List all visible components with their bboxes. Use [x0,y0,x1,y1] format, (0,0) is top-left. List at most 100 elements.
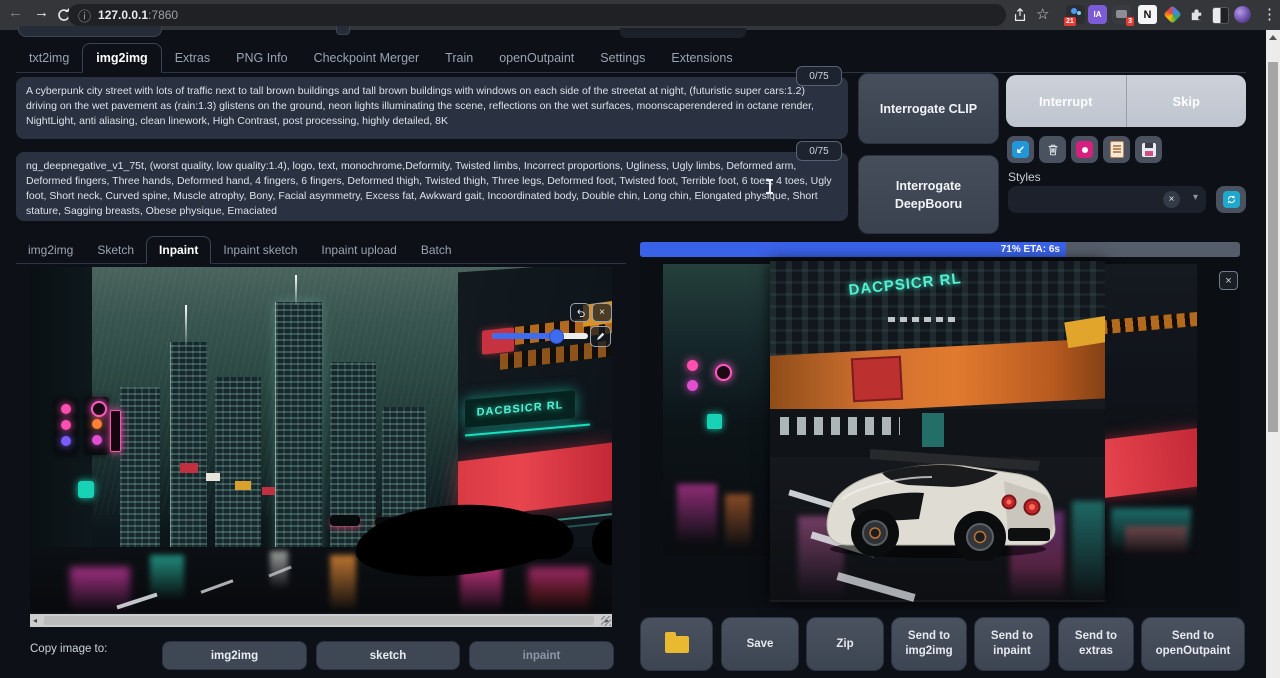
subtab-sketch[interactable]: Sketch [85,237,146,263]
art-traffic-light [55,399,77,455]
zip-button[interactable]: Zip [806,617,884,671]
chevron-down-icon[interactable]: ▾ [1193,192,1198,203]
tab-settings[interactable]: Settings [587,44,658,72]
extension-badge: 3 [1126,17,1134,26]
extension-icon-1[interactable]: 21 [1066,5,1085,24]
save-button[interactable]: Save [721,617,799,671]
art-spire [295,275,297,305]
page-scrollbar[interactable] [1266,30,1280,678]
paste-generation-params-button[interactable]: ↙ [1007,136,1034,163]
scrolled-checkpoint-dropdown-fragment [18,26,162,37]
send-to-openoutpaint-button[interactable]: Send toopenOutpaint [1141,617,1245,671]
interrupt-button[interactable]: Interrupt [1006,75,1127,127]
gallery-preview-image[interactable]: DACPSICR RL [770,261,1105,602]
dark-reader-extension-icon[interactable] [1212,7,1229,24]
extensions-puzzle-icon[interactable] [1188,6,1205,23]
gallery-thumbnail-right[interactable] [1105,264,1197,556]
subtab-img2img[interactable]: img2img [16,237,85,263]
styles-label: Styles [1008,170,1041,184]
scroll-left-icon[interactable]: ◂ [33,614,37,627]
undo-button[interactable] [570,303,590,322]
negative-prompt-textarea[interactable]: ng_deepnegative_v1_75t, (worst quality, … [16,152,848,221]
art-car-silhouette [330,515,360,526]
app-window: ← → ⓘ 127.0.0.1 :7860 ☆ 21 IA 3 N ⋮ [0,0,1280,678]
skip-button[interactable]: Skip [1127,75,1247,127]
apply-styles-button[interactable] [1103,136,1130,163]
close-gallery-button[interactable]: × [1219,271,1238,290]
art-tower [330,362,376,557]
brush-icon [595,331,606,342]
send-to-inpaint-button[interactable]: Send toinpaint [974,617,1050,671]
tab-openoutpaint[interactable]: openOutpaint [486,44,587,72]
subtab-inpaint-sketch[interactable]: Inpaint sketch [211,237,309,263]
art-reflection [330,555,356,612]
site-info-icon[interactable]: ⓘ [78,6,91,25]
art-billboard [180,463,198,473]
brush-size-slider[interactable] [492,333,588,339]
tab-extensions[interactable]: Extensions [658,44,745,72]
webui-page: txt2img img2img Extras PNG Info Checkpoi… [0,30,1266,678]
negative-token-counter: 0/75 [796,141,842,161]
send-to-img2img-button[interactable]: Send toimg2img [891,617,967,671]
subtab-batch[interactable]: Batch [409,237,464,263]
tab-train[interactable]: Train [432,44,486,72]
forward-icon[interactable]: → [34,4,49,21]
url-host: 127.0.0.1 [98,8,148,22]
slider-fill [492,333,556,339]
extension-icon-ia[interactable]: IA [1088,5,1107,24]
interrogate-deepbooru-button[interactable]: Interrogate DeepBooru [858,155,999,234]
open-folder-button[interactable] [640,617,713,671]
pv-reflection [1072,501,1105,600]
output-gallery: DACPSICR RL [640,258,1240,608]
interrogate-clip-button[interactable]: Interrogate CLIP [858,73,999,144]
slider-knob[interactable] [549,329,564,344]
subtab-inpaint-upload[interactable]: Inpaint upload [309,237,408,263]
art-tower [275,302,322,557]
copy-to-inpaint-button[interactable]: inpaint [469,641,614,670]
scrollbar-thumb[interactable] [44,616,594,625]
back-icon[interactable]: ← [8,4,23,21]
extra-networks-icon [1076,141,1093,158]
inpaint-canvas[interactable]: DACBSICR RL × [30,267,612,612]
url-bar[interactable]: ⓘ 127.0.0.1 :7860 [68,4,1006,26]
colorful-diamond-extension-icon[interactable] [1163,5,1181,23]
styles-dropdown[interactable]: × ▾ [1008,186,1206,213]
resize-grip[interactable] [601,616,611,626]
tab-img2img[interactable]: img2img [82,43,161,73]
copy-to-img2img-button[interactable]: img2img [162,641,307,670]
show-extra-networks-button[interactable] [1071,136,1098,163]
url-port: :7860 [148,8,178,22]
save-style-button[interactable] [1135,136,1162,163]
share-icon[interactable] [1012,7,1028,23]
prompt-textarea[interactable]: A cyberpunk city street with lots of tra… [16,77,848,139]
scrolled-fragment [336,26,350,35]
extension-icon-2[interactable]: 3 [1112,5,1131,24]
scroll-up-icon[interactable] [1269,35,1277,40]
subtab-inpaint[interactable]: Inpaint [146,236,211,264]
extension-badge: 21 [1064,17,1076,26]
refresh-styles-button[interactable] [1216,186,1246,213]
browser-menu-kebab-icon[interactable]: ⋮ [1262,5,1277,23]
send-to-extras-button[interactable]: Send toextras [1058,617,1134,671]
art-tower [170,342,207,557]
tab-extras[interactable]: Extras [162,44,223,72]
text-cursor [765,178,774,195]
bookmark-star-icon[interactable]: ☆ [1036,5,1049,23]
canvas-horizontal-scrollbar[interactable]: ◂ ▸ [30,614,612,627]
tab-png-info[interactable]: PNG Info [223,44,300,72]
clear-image-button[interactable]: × [592,303,612,322]
art-tower [120,387,160,557]
tab-checkpoint-merger[interactable]: Checkpoint Merger [301,44,433,72]
scrollbar-thumb[interactable] [1268,62,1278,432]
tab-txt2img[interactable]: txt2img [16,44,82,72]
art-neon-strip [110,410,121,452]
gallery-thumbnail-left[interactable] [663,264,770,556]
copy-image-to-label: Copy image to: [30,643,107,655]
profile-avatar[interactable] [1234,6,1251,23]
brush-tool-button[interactable] [590,326,611,347]
notion-extension-icon[interactable]: N [1138,5,1157,24]
copy-to-sketch-button[interactable]: sketch [316,641,460,670]
clear-styles-icon[interactable]: × [1163,191,1180,208]
art-billboard [262,487,275,495]
clear-prompt-button[interactable] [1039,136,1066,163]
